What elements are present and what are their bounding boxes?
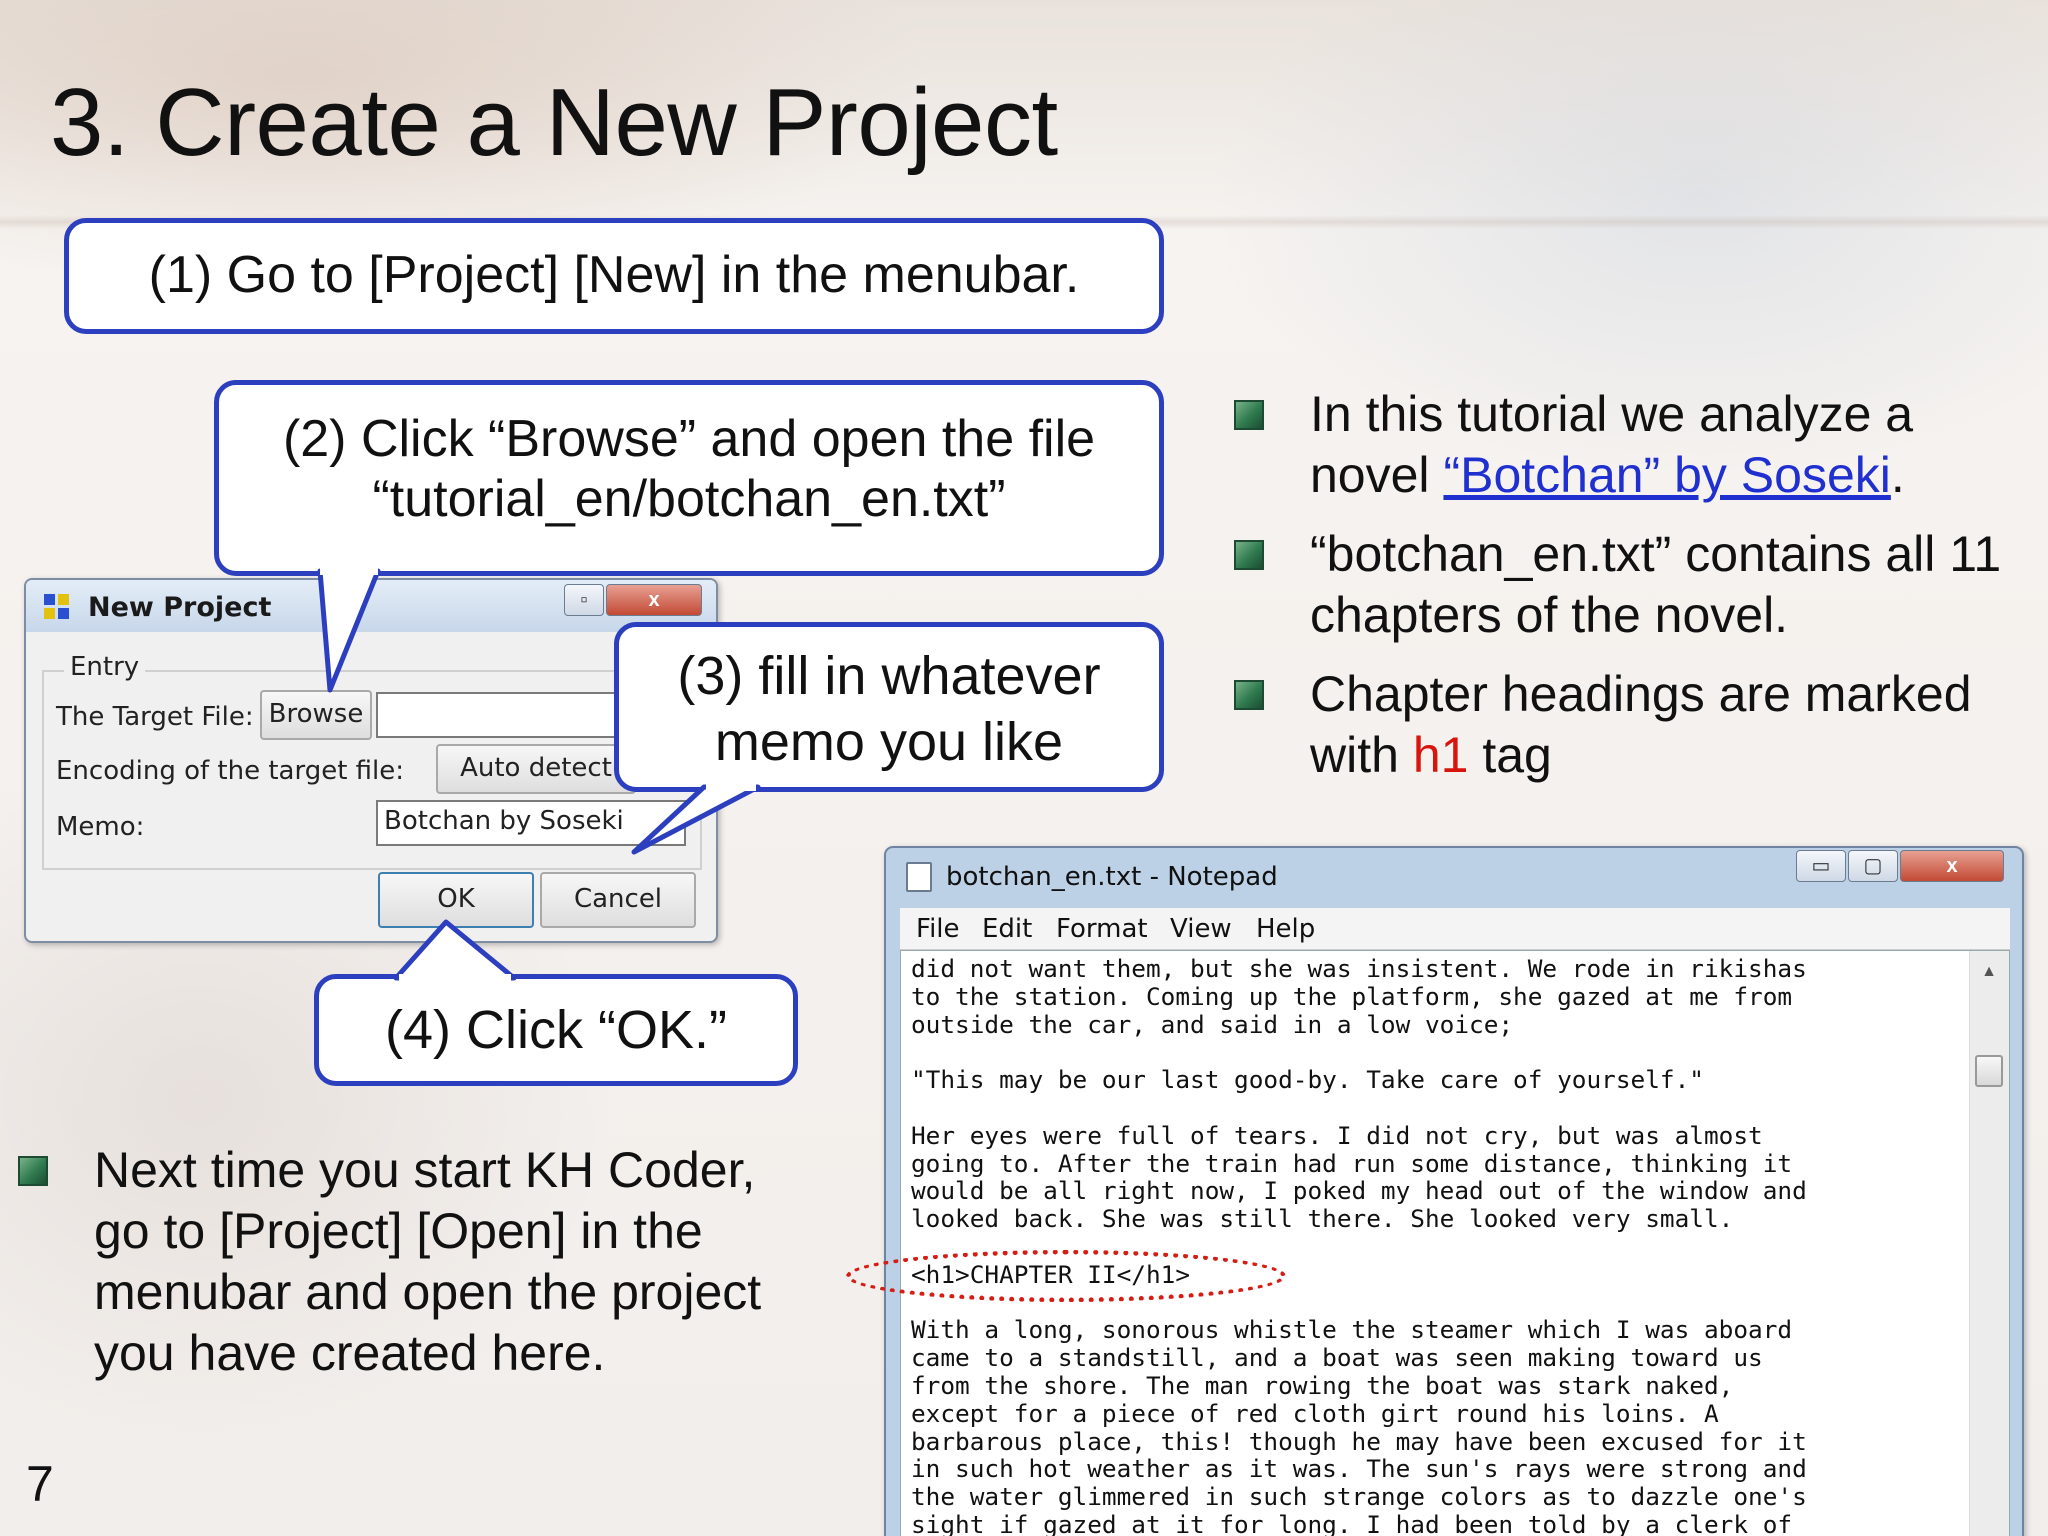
callout-step-4-pointer — [393, 919, 517, 982]
